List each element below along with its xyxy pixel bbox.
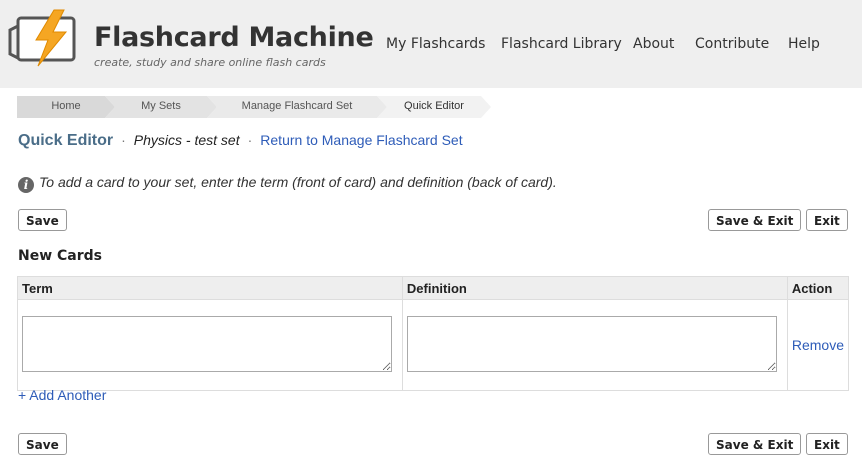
breadcrumb-my-sets-label: My Sets bbox=[141, 100, 181, 112]
save-button-top[interactable]: Save bbox=[18, 209, 67, 231]
column-definition: Definition bbox=[401, 276, 788, 300]
set-name: Physics - test set bbox=[133, 132, 240, 148]
breadcrumb-manage-set-label: Manage Flashcard Set bbox=[241, 100, 353, 112]
save-exit-button-top[interactable]: Save & Exit bbox=[708, 209, 802, 231]
title-separator: · bbox=[121, 132, 126, 148]
breadcrumb-quick-editor-label: Quick Editor bbox=[404, 100, 464, 112]
info-icon: i bbox=[18, 177, 34, 193]
remove-link[interactable]: Remove bbox=[792, 337, 844, 353]
title-separator-2: · bbox=[247, 132, 253, 148]
table-header-row: Term Definition Action bbox=[17, 276, 850, 300]
site-header: Flashcard Machine create, study and shar… bbox=[0, 0, 862, 88]
page-title: Quick Editor bbox=[18, 132, 114, 149]
term-cell bbox=[17, 299, 403, 391]
new-cards-title: New Cards bbox=[18, 248, 102, 264]
site-tagline: create, study and share online flash car… bbox=[94, 56, 326, 69]
new-cards-table: Term Definition Action Remove bbox=[17, 276, 850, 391]
exit-button-bottom[interactable]: Exit bbox=[806, 433, 848, 455]
breadcrumb-quick-editor: Quick Editor bbox=[377, 96, 491, 118]
add-another-link[interactable]: + Add Another bbox=[18, 387, 106, 403]
breadcrumb-manage-set[interactable]: Manage Flashcard Set bbox=[207, 96, 387, 118]
return-to-manage-link[interactable]: Return to Manage Flashcard Set bbox=[260, 132, 462, 148]
term-input[interactable] bbox=[22, 315, 392, 372]
site-title[interactable]: Flashcard Machine bbox=[94, 22, 374, 53]
nav-contribute[interactable]: Contribute bbox=[695, 36, 769, 52]
page-heading: Quick Editor · Physics - test set · Return t… bbox=[18, 132, 463, 150]
exit-button-top[interactable]: Exit bbox=[806, 209, 848, 231]
save-exit-button-bottom[interactable]: Save & Exit bbox=[708, 433, 802, 455]
definition-cell bbox=[401, 299, 788, 391]
nav-flashcard-library[interactable]: Flashcard Library bbox=[501, 36, 622, 52]
nav-help[interactable]: Help bbox=[788, 36, 820, 52]
info-text: To add a card to your set, enter the ter… bbox=[39, 174, 557, 190]
definition-input[interactable] bbox=[406, 315, 777, 372]
nav-about[interactable]: About bbox=[633, 36, 674, 52]
breadcrumb-home[interactable]: Home bbox=[17, 96, 115, 118]
breadcrumb-home-label: Home bbox=[51, 100, 81, 112]
save-button-bottom[interactable]: Save bbox=[18, 433, 67, 455]
action-cell: Remove bbox=[786, 299, 850, 391]
info-message: i To add a card to your set, enter the te… bbox=[18, 174, 557, 193]
flashcard-logo-icon[interactable] bbox=[8, 8, 86, 70]
breadcrumb-my-sets[interactable]: My Sets bbox=[105, 96, 217, 118]
column-term: Term bbox=[17, 276, 403, 300]
table-row: Remove bbox=[17, 299, 850, 391]
column-action: Action bbox=[786, 276, 850, 300]
nav-my-flashcards[interactable]: My Flashcards bbox=[386, 36, 485, 52]
